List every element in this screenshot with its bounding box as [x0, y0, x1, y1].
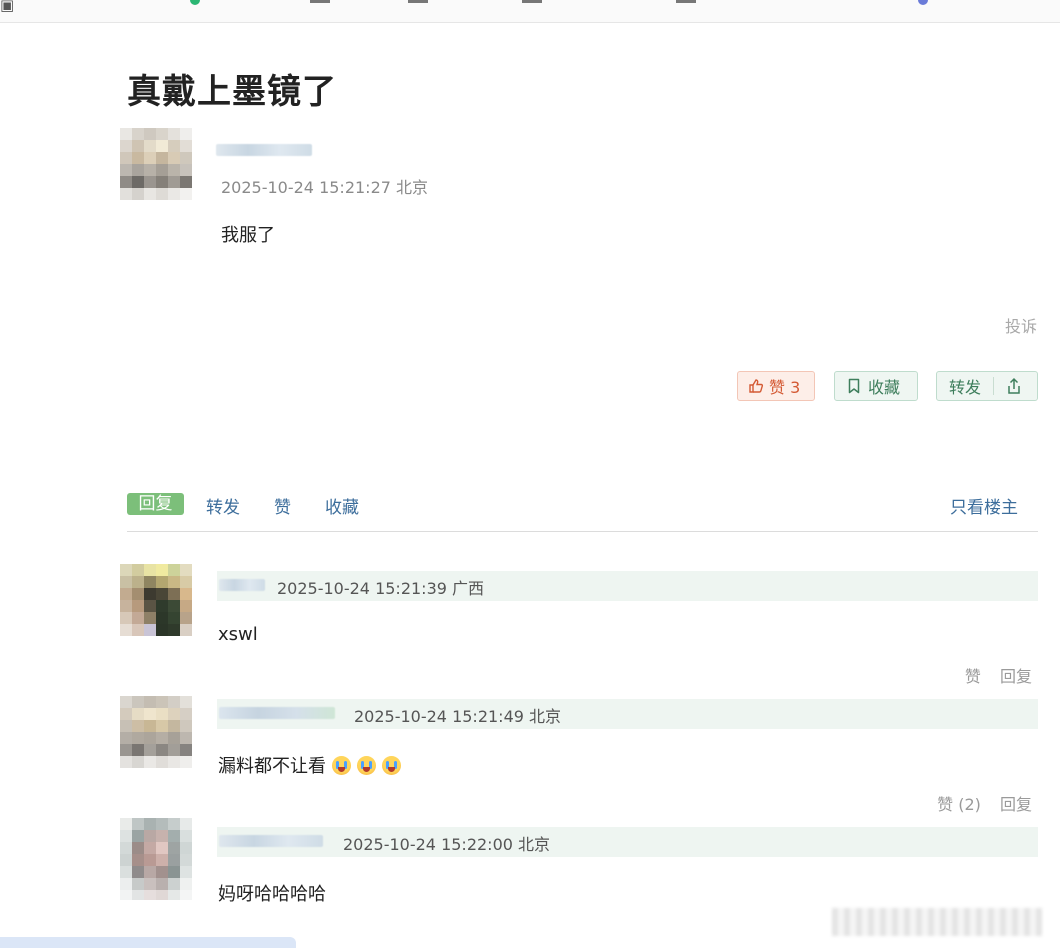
comment-timestamp-location: 2025-10-24 15:22:00 北京 [343, 835, 551, 854]
comment-reply-button[interactable]: 回复 [1000, 667, 1032, 686]
only-op-filter[interactable]: 只看楼主 [950, 493, 1018, 518]
crying-emoji-icon [382, 755, 401, 775]
post-body: 我服了 [221, 225, 275, 246]
post-title: 真戴上墨镜了 [127, 72, 337, 112]
comment-timestamp-location: 2025-10-24 15:21:49 北京 [354, 707, 562, 726]
comment-text: 妈呀哈哈哈哈 [218, 880, 326, 906]
commenter-avatar[interactable] [120, 818, 192, 900]
bookmark-bar: ▣ [0, 0, 1060, 23]
bottom-panel-fragment [0, 937, 296, 948]
like-button[interactable]: 赞 3 [737, 371, 815, 401]
comment-text-content: 妈呀哈哈哈哈 [218, 884, 326, 905]
commenter-name[interactable] [219, 579, 265, 591]
comment-text: 漏料都不让看 [218, 752, 401, 778]
crying-emoji-icon [332, 755, 351, 775]
tab-forward[interactable]: 转发 [206, 493, 240, 518]
tab-reply[interactable]: 回复 [127, 493, 184, 515]
favorite-button[interactable]: 收藏 [834, 371, 918, 401]
tab-like[interactable]: 赞 [274, 493, 291, 518]
tab-favorite[interactable]: 收藏 [325, 493, 359, 518]
commenter-avatar[interactable] [120, 564, 192, 636]
comment-text-content: xswl [218, 624, 258, 645]
bookmark-icon[interactable] [310, 0, 330, 3]
thumbs-up-icon [748, 378, 764, 394]
author-avatar[interactable] [120, 128, 192, 200]
comment-text: xswl [218, 624, 258, 645]
comment-like-button[interactable]: 赞 [965, 667, 981, 686]
share-label: 转发 [949, 378, 982, 397]
commenter-name[interactable] [219, 707, 335, 719]
comment-text-content: 漏料都不让看 [218, 756, 326, 777]
comment-like-button[interactable]: 赞 (2) [937, 795, 981, 814]
comment-tabs: 回复 转发 赞 收藏 只看楼主 [127, 491, 1038, 532]
bookmark-icon[interactable] [522, 0, 542, 3]
author-name[interactable] [216, 144, 312, 156]
blurred-watermark [832, 908, 1042, 936]
bookmark-icon[interactable] [190, 0, 200, 5]
comment-reply-button[interactable]: 回复 [1000, 795, 1032, 814]
comment-timestamp-location: 2025-10-24 15:21:39 广西 [277, 579, 485, 598]
bookmark-icon[interactable] [918, 0, 928, 5]
bookmark-icon[interactable] [676, 0, 696, 3]
like-count-label: 赞 3 [769, 378, 801, 397]
share-icon[interactable] [1006, 377, 1022, 395]
comment-actions: 赞 回复 [951, 663, 1032, 687]
bookmark-icon[interactable] [408, 0, 428, 3]
commenter-avatar[interactable] [120, 696, 192, 768]
post-timestamp-location: 2025-10-24 15:21:27 北京 [221, 178, 429, 197]
comment-actions: 赞 (2) 回复 [923, 791, 1032, 815]
crying-emoji-icon [357, 755, 376, 775]
favorite-label: 收藏 [868, 378, 901, 397]
bookmark-icon [847, 378, 861, 394]
comment-header [217, 827, 1038, 857]
bookmark-fragment[interactable]: ▣ [0, 0, 14, 14]
share-button[interactable]: 转发 [936, 371, 1038, 401]
commenter-name[interactable] [219, 835, 323, 847]
report-link[interactable]: 投诉 [1005, 313, 1037, 337]
share-divider [993, 377, 995, 395]
comment-header [217, 699, 1038, 729]
